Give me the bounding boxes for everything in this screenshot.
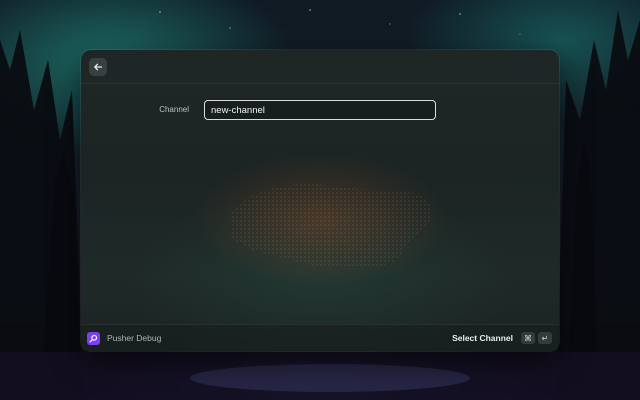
channel-label: Channel	[159, 105, 189, 114]
arrow-left-icon	[94, 63, 103, 71]
command-key-icon: ⌘	[521, 332, 535, 344]
window-header	[81, 50, 559, 84]
extension-icon	[87, 332, 100, 345]
extension-name: Pusher Debug	[107, 333, 162, 343]
channel-input[interactable]	[204, 100, 436, 120]
back-button[interactable]	[89, 58, 107, 76]
channel-form-row: Channel	[81, 100, 559, 120]
decorative-dot-pattern	[231, 184, 433, 269]
select-channel-action[interactable]: Select Channel	[452, 333, 513, 343]
enter-key-icon: ↵	[538, 332, 552, 344]
magnifier-icon	[89, 334, 98, 343]
action-bar: Pusher Debug Select Channel ⌘ ↵	[81, 324, 559, 351]
app-window: Channel Pusher Debug Select Channel ⌘ ↵	[81, 50, 559, 351]
